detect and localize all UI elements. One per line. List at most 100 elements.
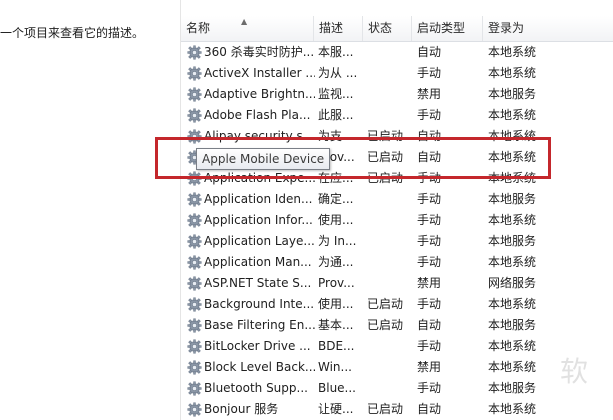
- service-status: [367, 357, 412, 378]
- gear-icon: [187, 234, 202, 249]
- service-status: [367, 189, 412, 210]
- gear-icon: [187, 66, 202, 81]
- service-logon-as: 本地系统: [488, 339, 537, 353]
- service-name: Adobe Flash Pla...: [204, 108, 311, 122]
- service-name: Alipay security s...: [204, 129, 315, 143]
- service-status: 已启动: [367, 150, 404, 164]
- service-name: Application Man...: [204, 255, 312, 269]
- service-name-cell: Application Expe...: [187, 168, 315, 189]
- gear-icon: [187, 213, 202, 228]
- service-status: [367, 378, 412, 399]
- service-description: 此服...: [318, 108, 354, 122]
- service-row[interactable]: Base Filtering En... 基本... 已启动 自动 本地服务: [181, 315, 613, 336]
- service-status: [367, 105, 412, 126]
- service-row[interactable]: Adaptive Brightn... 监视... 禁用 本地服务: [181, 84, 613, 105]
- service-logon-as: 本地系统: [488, 297, 537, 311]
- service-row[interactable]: Application Man... 为通... 手动 本地系统: [181, 252, 613, 273]
- service-description: 让硬...: [318, 402, 354, 416]
- service-row[interactable]: BitLocker Drive ... BDE... 手动 本地系统: [181, 336, 613, 357]
- column-header-name[interactable]: ▲ 名称: [181, 16, 314, 41]
- gear-icon: [187, 255, 202, 270]
- service-description: 基本...: [318, 318, 354, 332]
- service-row[interactable]: Alipay security s... 为支... 已启动 自动 本地系统: [181, 126, 613, 147]
- service-name-cell: ActiveX Installer ...: [187, 63, 315, 84]
- column-header-logon-as[interactable]: 登录为: [483, 16, 613, 41]
- service-name: Application Infor...: [204, 213, 313, 227]
- gear-icon: [187, 276, 202, 291]
- column-header-status[interactable]: 状态: [363, 16, 412, 41]
- gear-icon: [187, 129, 202, 144]
- service-startup-type: 自动: [417, 402, 442, 416]
- service-name-cell: Bonjour 服务: [187, 399, 315, 420]
- service-status: [367, 84, 412, 105]
- tooltip: Apple Mobile Device: [196, 148, 331, 170]
- service-name: Block Level Back...: [204, 360, 315, 374]
- gear-icon: [187, 171, 202, 186]
- service-name-cell: Application Laye...: [187, 231, 315, 252]
- column-header-startup-type-label: 启动类型: [417, 21, 466, 35]
- service-row[interactable]: Application Expe... 在应... 已启动 手动 本地系统: [181, 168, 613, 189]
- gear-icon: [187, 318, 202, 333]
- service-name-cell: Adaptive Brightn...: [187, 84, 315, 105]
- service-startup-type: 手动: [417, 66, 442, 80]
- service-status: 已启动: [367, 129, 404, 143]
- service-startup-type: 自动: [417, 318, 442, 332]
- service-status: [367, 252, 412, 273]
- service-logon-as: 本地系统: [488, 255, 537, 269]
- service-name-cell: Alipay security s...: [187, 126, 315, 147]
- service-row[interactable]: Background Inte... 使用... 已启动 手动 本地系统: [181, 294, 613, 315]
- service-description: 确定...: [318, 192, 354, 206]
- service-name-cell: Block Level Back...: [187, 357, 315, 378]
- service-status: [367, 231, 412, 252]
- service-description: Prov...: [318, 276, 355, 290]
- service-row[interactable]: 360 杀毒实时防护... 本服... 自动 本地系统: [181, 42, 613, 63]
- service-description: 使用...: [318, 213, 354, 227]
- service-description: 本服...: [318, 45, 354, 59]
- service-logon-as: 本地系统: [488, 129, 537, 143]
- column-header-description[interactable]: 描述: [314, 16, 363, 41]
- service-name: Application Laye...: [204, 234, 315, 248]
- service-logon-as: 网络服务: [488, 276, 537, 290]
- service-name-cell: BitLocker Drive ...: [187, 336, 315, 357]
- service-status: 已启动: [367, 171, 404, 185]
- gear-icon: [187, 339, 202, 354]
- service-description: 使用...: [318, 297, 354, 311]
- service-startup-type: 自动: [417, 45, 442, 59]
- gear-icon: [187, 45, 202, 60]
- service-name: Base Filtering En...: [204, 318, 315, 332]
- service-status: [367, 336, 412, 357]
- service-startup-type: 手动: [417, 297, 442, 311]
- service-row[interactable]: Application Laye... 为 In... 手动 本地服务: [181, 231, 613, 252]
- service-status: 已启动: [367, 402, 404, 416]
- description-pane: 一个项目来查看它的描述。: [0, 0, 180, 420]
- service-logon-as: 本地系统: [488, 213, 537, 227]
- service-row[interactable]: ActiveX Installer ... 为从 ... 手动 本地系统: [181, 63, 613, 84]
- service-row[interactable]: Adobe Flash Pla... 此服... 手动 本地系统: [181, 105, 613, 126]
- gear-icon: [187, 108, 202, 123]
- service-name-cell: Background Inte...: [187, 294, 315, 315]
- gear-icon: [187, 297, 202, 312]
- column-header-startup-type[interactable]: 启动类型: [412, 16, 483, 41]
- service-startup-type: 自动: [417, 150, 442, 164]
- service-name: Bonjour 服务: [204, 402, 279, 416]
- service-name: Background Inte...: [204, 297, 315, 311]
- service-name: Bluetooth Supp...: [204, 381, 308, 395]
- service-name-cell: 360 杀毒实时防护...: [187, 42, 315, 63]
- service-description: 监视...: [318, 87, 354, 101]
- service-name: BitLocker Drive ...: [204, 339, 311, 353]
- service-name-cell: Bluetooth Supp...: [187, 378, 315, 399]
- service-row[interactable]: Bluetooth Supp... Blue... 手动 本地服务: [181, 378, 613, 399]
- service-name: Application Iden...: [204, 192, 313, 206]
- services-window: 一个项目来查看它的描述。 ▲ 名称 描述 状态 启动类型 登录为 360 杀毒实…: [0, 0, 613, 420]
- service-name: ActiveX Installer ...: [204, 66, 315, 80]
- service-row[interactable]: Application Infor... 使用... 手动 本地系统: [181, 210, 613, 231]
- service-row[interactable]: Bonjour 服务 让硬... 已启动 自动 本地系统: [181, 399, 613, 420]
- service-status: [367, 273, 412, 294]
- service-startup-type: 手动: [417, 255, 442, 269]
- service-row[interactable]: Application Iden... 确定... 手动 本地服务: [181, 189, 613, 210]
- service-row[interactable]: ASP.NET State S... Prov... 禁用 网络服务: [181, 273, 613, 294]
- service-description: Win...: [318, 360, 352, 374]
- service-row[interactable]: Block Level Back... Win... 禁用 本地系统: [181, 357, 613, 378]
- column-header-name-label: 名称: [186, 21, 211, 35]
- services-list: ▲ 名称 描述 状态 启动类型 登录为 360 杀毒实时防护... 本服... …: [180, 0, 613, 420]
